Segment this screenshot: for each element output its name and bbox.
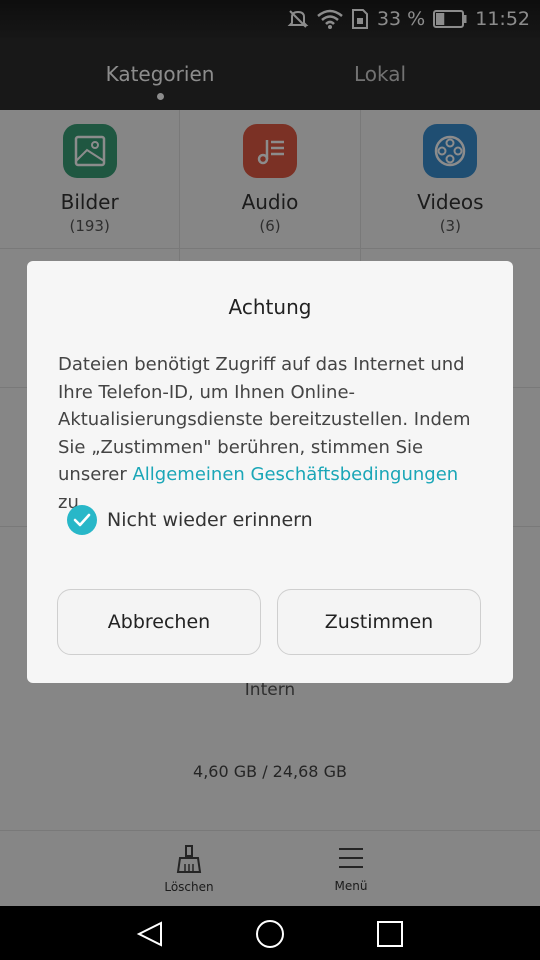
consent-dialog: Achtung Dateien benötigt Zugriff auf das… (27, 261, 513, 683)
checkbox-label: Nicht wieder erinnern (107, 509, 313, 531)
home-icon[interactable] (254, 918, 286, 950)
cancel-button[interactable]: Abbrechen (57, 589, 261, 655)
recents-icon[interactable] (376, 921, 404, 947)
dialog-title: Achtung (228, 295, 312, 319)
system-nav-bar (0, 906, 540, 960)
back-icon[interactable] (135, 920, 165, 948)
accept-button[interactable]: Zustimmen (277, 589, 481, 655)
dialog-message: Dateien benötigt Zugriff auf das Interne… (58, 351, 488, 516)
accept-button-label: Zustimmen (324, 611, 434, 633)
checkmark-icon[interactable] (67, 505, 97, 535)
terms-link[interactable]: Allgemeinen Geschäftsbedingungen (132, 464, 458, 485)
dont-remind-checkbox[interactable]: Nicht wieder erinnern (67, 505, 313, 535)
cancel-button-label: Abbrechen (107, 611, 211, 633)
